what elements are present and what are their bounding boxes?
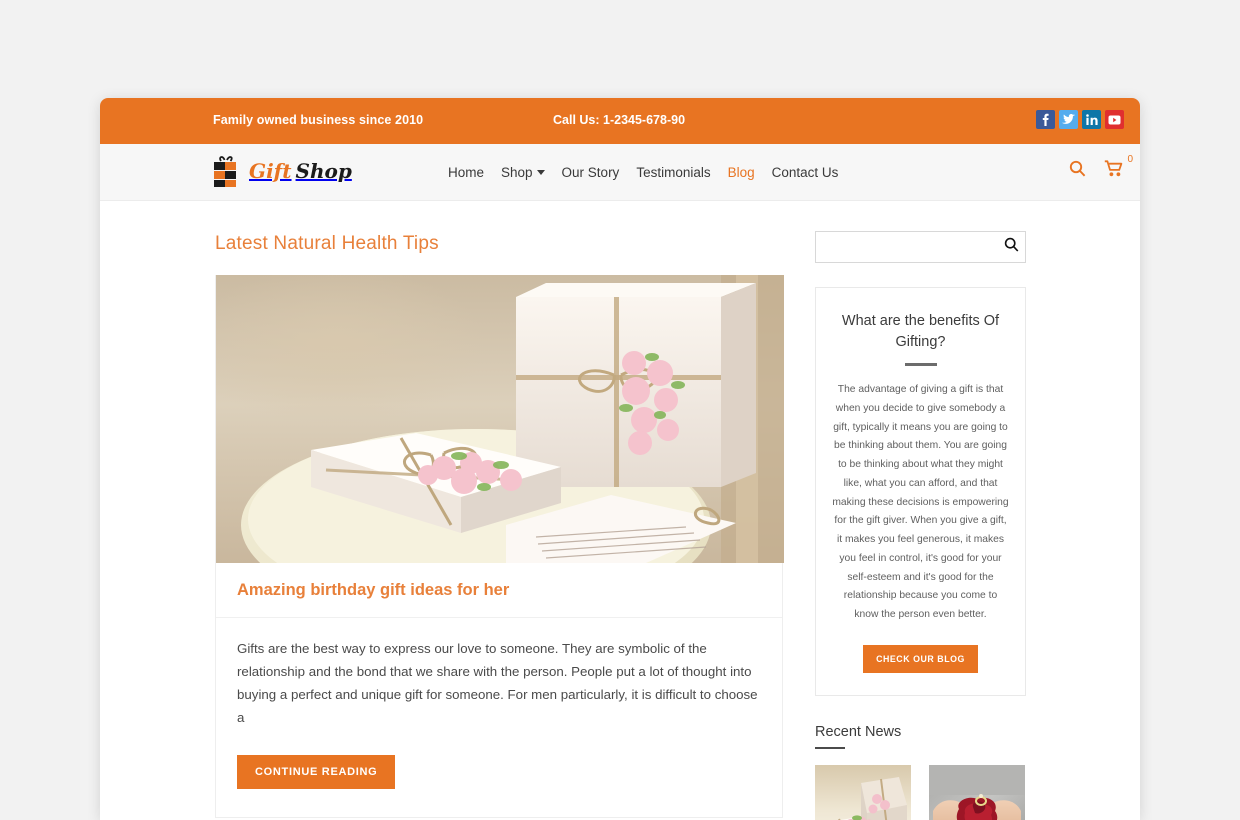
check-our-blog-button[interactable]: CHECK OUR BLOG — [863, 644, 978, 673]
benefits-widget-divider — [904, 363, 937, 367]
logo-word-shop: Shop — [295, 158, 352, 183]
article-hero-image — [216, 275, 784, 563]
nav-links: Home Shop Our Story Testimonials Blog Co… — [448, 165, 838, 180]
logo-word-gift: Gift — [249, 158, 292, 183]
continue-reading-button[interactable]: CONTINUE READING — [237, 755, 396, 790]
search-icon[interactable] — [1069, 160, 1086, 182]
benefits-widget-body: The advantage of giving a gift is that w… — [832, 384, 1009, 620]
list-item: Amazing birthday gift ideas for her — [815, 765, 911, 820]
article-card: Amazing birthday gift ideas for her Gift… — [215, 275, 784, 819]
nav-item-testimonials[interactable]: Testimonials — [636, 165, 710, 180]
tagline-text: Family owned business since 2010 — [213, 113, 424, 127]
nav-item-home[interactable]: Home — [448, 165, 484, 180]
linkedin-icon[interactable] — [1082, 110, 1101, 129]
logo-wordmark: Gift Shop — [249, 161, 352, 182]
recent-news-list: Amazing birthday gift ideas for her — [815, 765, 1026, 820]
list-item: 4 Jewelry Gifts Every Woman Will Love — [929, 765, 1025, 820]
page-title: Latest Natural Health Tips — [215, 233, 439, 254]
gift-box-icon — [212, 154, 242, 188]
nav-actions: 0 — [1069, 154, 1133, 182]
search-input[interactable] — [816, 232, 1025, 262]
sidebar: What are the benefits Of Gifting? The ad… — [815, 231, 1026, 820]
youtube-icon[interactable] — [1105, 110, 1124, 129]
site-page: Family owned business since 2010 Call Us… — [100, 98, 1140, 820]
sidebar-search-box[interactable] — [815, 231, 1026, 263]
twitter-icon[interactable] — [1059, 110, 1078, 129]
chevron-down-icon — [536, 170, 545, 175]
recent-news-thumbnail-1[interactable] — [815, 765, 911, 820]
nav-item-blog[interactable]: Blog — [728, 165, 755, 180]
social-links — [1036, 110, 1124, 129]
cart-icon[interactable]: 0 — [1104, 154, 1133, 182]
recent-news-header: Recent News — [815, 724, 1026, 750]
benefits-widget: What are the benefits Of Gifting? The ad… — [815, 287, 1026, 696]
recent-news-thumbnail-2[interactable] — [929, 765, 1025, 820]
phone-text: Call Us: 1-2345-678-90 — [553, 113, 686, 127]
recent-news-divider — [815, 746, 845, 750]
top-utility-bar: Family owned business since 2010 Call Us… — [100, 98, 1140, 144]
nav-item-contact-us[interactable]: Contact Us — [772, 165, 839, 180]
nav-item-our-story[interactable]: Our Story — [562, 165, 620, 180]
facebook-icon[interactable] — [1036, 110, 1055, 129]
nav-item-shop-wrap: Shop — [501, 165, 545, 180]
benefits-widget-title: What are the benefits Of Gifting? — [841, 313, 1000, 350]
main-navigation-bar: Gift Shop Home Shop Our Story Testimonial… — [100, 144, 1140, 201]
search-submit-icon[interactable] — [1004, 237, 1019, 255]
recent-news-title: Recent News — [815, 723, 902, 740]
cart-count-badge: 0 — [1127, 154, 1133, 165]
site-logo[interactable]: Gift Shop — [212, 154, 352, 188]
nav-item-shop[interactable]: Shop — [501, 165, 533, 180]
article-title[interactable]: Amazing birthday gift ideas for her — [216, 563, 782, 618]
article-excerpt: Gifts are the best way to express our lo… — [237, 641, 758, 725]
